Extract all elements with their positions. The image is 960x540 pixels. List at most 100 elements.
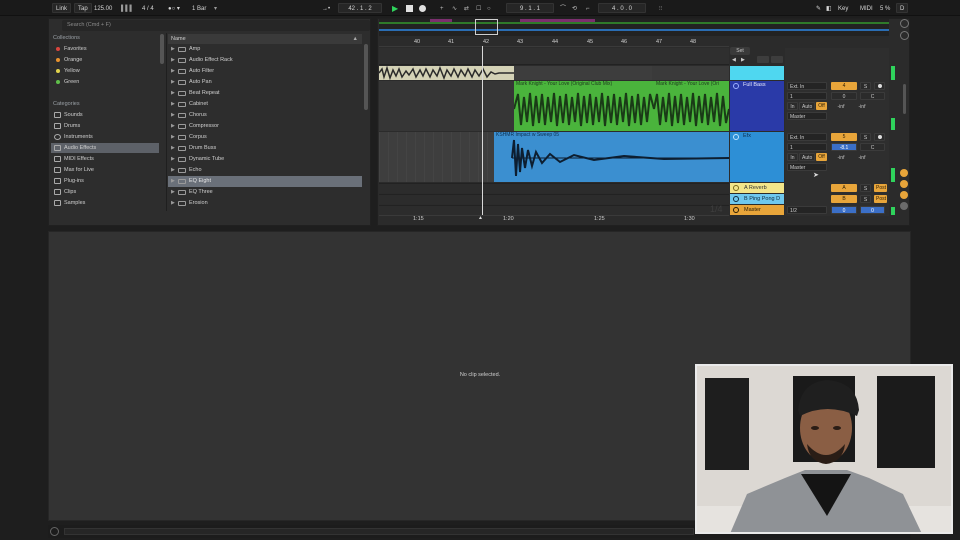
category-clips[interactable]: Clips	[51, 187, 159, 197]
expand-arrow-icon[interactable]: ▶	[171, 44, 175, 55]
expand-arrow-icon[interactable]: ▶	[171, 198, 175, 209]
view-switch-icon[interactable]	[900, 19, 909, 28]
send-b-value[interactable]: -inf	[852, 153, 872, 161]
expand-arrow-icon[interactable]: ▶	[171, 154, 175, 165]
midi-map-button[interactable]: MIDI	[856, 3, 877, 13]
set-button[interactable]: Set	[730, 47, 750, 55]
volume-field[interactable]: 0	[831, 92, 857, 100]
browser-item[interactable]: ▶ Beat Repeat	[168, 88, 362, 99]
return-track-b[interactable]: B Ping Pong D	[730, 194, 784, 204]
overdub-icon[interactable]: +	[436, 3, 448, 13]
browser-item[interactable]: ▶ Compressor	[168, 121, 362, 132]
loop-icon[interactable]: ⟲	[568, 3, 581, 13]
arrangement-scrollbar[interactable]	[903, 84, 906, 114]
nav-left-icon[interactable]: ◀	[732, 57, 736, 63]
output-menu[interactable]: Master	[787, 163, 827, 171]
pan-field[interactable]: C	[860, 92, 885, 100]
monitor-in-button[interactable]: In	[787, 102, 798, 110]
category-max-for-live[interactable]: Max for Live	[51, 165, 159, 175]
browser-item[interactable]: ▶ Chorus	[168, 110, 362, 121]
browser-item[interactable]: ▶ Corpus	[168, 132, 362, 143]
nav-right-icon[interactable]: ▶	[741, 57, 745, 63]
overview-zoom-box[interactable]	[475, 19, 498, 35]
output-menu[interactable]: Master	[787, 112, 827, 120]
monitor-off-button[interactable]: Off	[816, 153, 827, 161]
nudge-icon[interactable]: ▌▌▌	[117, 3, 138, 13]
lock-icon[interactable]	[771, 56, 783, 63]
expand-arrow-icon[interactable]: ▶	[171, 55, 175, 66]
arrangement-options-icon[interactable]	[757, 56, 769, 63]
collections-scrollbar[interactable]	[160, 34, 164, 64]
draw-mode-icon[interactable]: ⫶⫶	[655, 3, 666, 13]
playhead-marker-icon[interactable]: ▲	[478, 215, 483, 221]
input-channel-menu[interactable]: 1	[787, 143, 827, 151]
master-pan-field[interactable]: 0	[860, 206, 885, 214]
play-track-icon[interactable]	[733, 185, 739, 191]
track-activator[interactable]: 5	[831, 133, 857, 141]
audio-clip-green[interactable]: Mark Knight - Your Love (Original Club M…	[514, 81, 654, 131]
return-b-post[interactable]: Post	[874, 195, 887, 203]
view-switch-icon[interactable]	[900, 31, 909, 40]
expand-arrow-icon[interactable]: ▶	[171, 143, 175, 154]
browser-item[interactable]: ▶ Amp	[168, 44, 362, 55]
browser-item[interactable]: ▶ Drum Buss	[168, 143, 362, 154]
category-plug-ins[interactable]: Plug-ins	[51, 176, 159, 186]
volume-field[interactable]: -8.1	[831, 143, 857, 151]
master-track[interactable]: Master	[730, 205, 784, 215]
chevron-down-icon[interactable]: ▾	[210, 3, 221, 13]
browser-item[interactable]: ▶ EQ Three	[168, 187, 362, 198]
expand-arrow-icon[interactable]: ▶	[171, 165, 175, 176]
playhead[interactable]	[482, 46, 483, 216]
name-column-header[interactable]: Name ▲	[168, 34, 362, 44]
follow-icon[interactable]: →•	[318, 3, 334, 13]
audio-clip-blue[interactable]: KSHMR Impact w Sweep 05	[494, 132, 729, 182]
send-a-value[interactable]: -inf	[831, 153, 851, 161]
browser-item[interactable]: ▶ Auto Filter	[168, 66, 362, 77]
expand-arrow-icon[interactable]: ▶	[171, 77, 175, 88]
lane-gap[interactable]	[514, 66, 652, 80]
lane-empty[interactable]	[379, 48, 729, 65]
tempo-field[interactable]: 125.00	[90, 3, 116, 13]
browser-item[interactable]: ▶ Dynamic Tube	[168, 154, 362, 165]
expand-arrow-icon[interactable]: ▶	[171, 110, 175, 121]
send-b-value[interactable]: -inf	[852, 102, 872, 110]
browser-item[interactable]: ▶ Echo	[168, 165, 362, 176]
expand-arrow-icon[interactable]: ▶	[171, 132, 175, 143]
track-fold-icon[interactable]	[733, 83, 739, 89]
input-type-menu[interactable]: Ext. In	[787, 82, 827, 90]
expand-arrow-icon[interactable]: ▶	[171, 121, 175, 132]
punch-out-icon[interactable]: ⌐	[582, 3, 594, 13]
browser-item-selected[interactable]: ▶ EQ Eight	[168, 176, 362, 187]
key-map-button[interactable]: Key	[834, 3, 852, 13]
expand-arrow-icon[interactable]: ▶	[171, 66, 175, 77]
quantization-menu[interactable]: 1 Bar	[188, 3, 210, 13]
record-icon[interactable]	[415, 3, 430, 13]
track-header-efx[interactable]: Efx	[730, 132, 784, 182]
search-input[interactable]: Search (Cmd + F)	[62, 20, 370, 31]
return-a-activator[interactable]: A	[831, 184, 857, 192]
track-header-top[interactable]	[730, 66, 784, 80]
browser-item[interactable]: ▶ Auto Pan	[168, 77, 362, 88]
category-instruments[interactable]: Instruments	[51, 132, 159, 142]
lane-return-a[interactable]	[379, 183, 729, 193]
expand-arrow-icon[interactable]: ▶	[171, 187, 175, 198]
monitor-auto-button[interactable]: Auto	[799, 102, 815, 110]
collection-favorites[interactable]: Favorites	[51, 44, 159, 54]
collection-yellow[interactable]: Yellow	[51, 66, 159, 76]
mixer-toggle-icon[interactable]	[900, 202, 908, 210]
expand-arrow-icon[interactable]: ▶	[171, 176, 175, 187]
play-track-icon[interactable]	[733, 196, 739, 202]
lane-master[interactable]	[379, 205, 729, 215]
browser-scrollbar[interactable]	[364, 44, 368, 110]
cue-output-menu[interactable]: 1/2	[787, 206, 827, 214]
metronome-icon[interactable]: ●○ ▾	[164, 3, 184, 13]
category-sounds[interactable]: Sounds	[51, 110, 159, 120]
category-drums[interactable]: Drums	[51, 121, 159, 131]
return-b-activator[interactable]: B	[831, 195, 857, 203]
input-type-menu[interactable]: Ext. In	[787, 133, 827, 141]
sort-arrow-icon[interactable]: ▲	[353, 34, 358, 44]
input-channel-menu[interactable]: 1	[787, 92, 827, 100]
play-track-icon[interactable]	[733, 207, 739, 213]
time-signature-field[interactable]: 4 / 4	[138, 3, 158, 13]
lane-return-b[interactable]	[379, 194, 729, 204]
